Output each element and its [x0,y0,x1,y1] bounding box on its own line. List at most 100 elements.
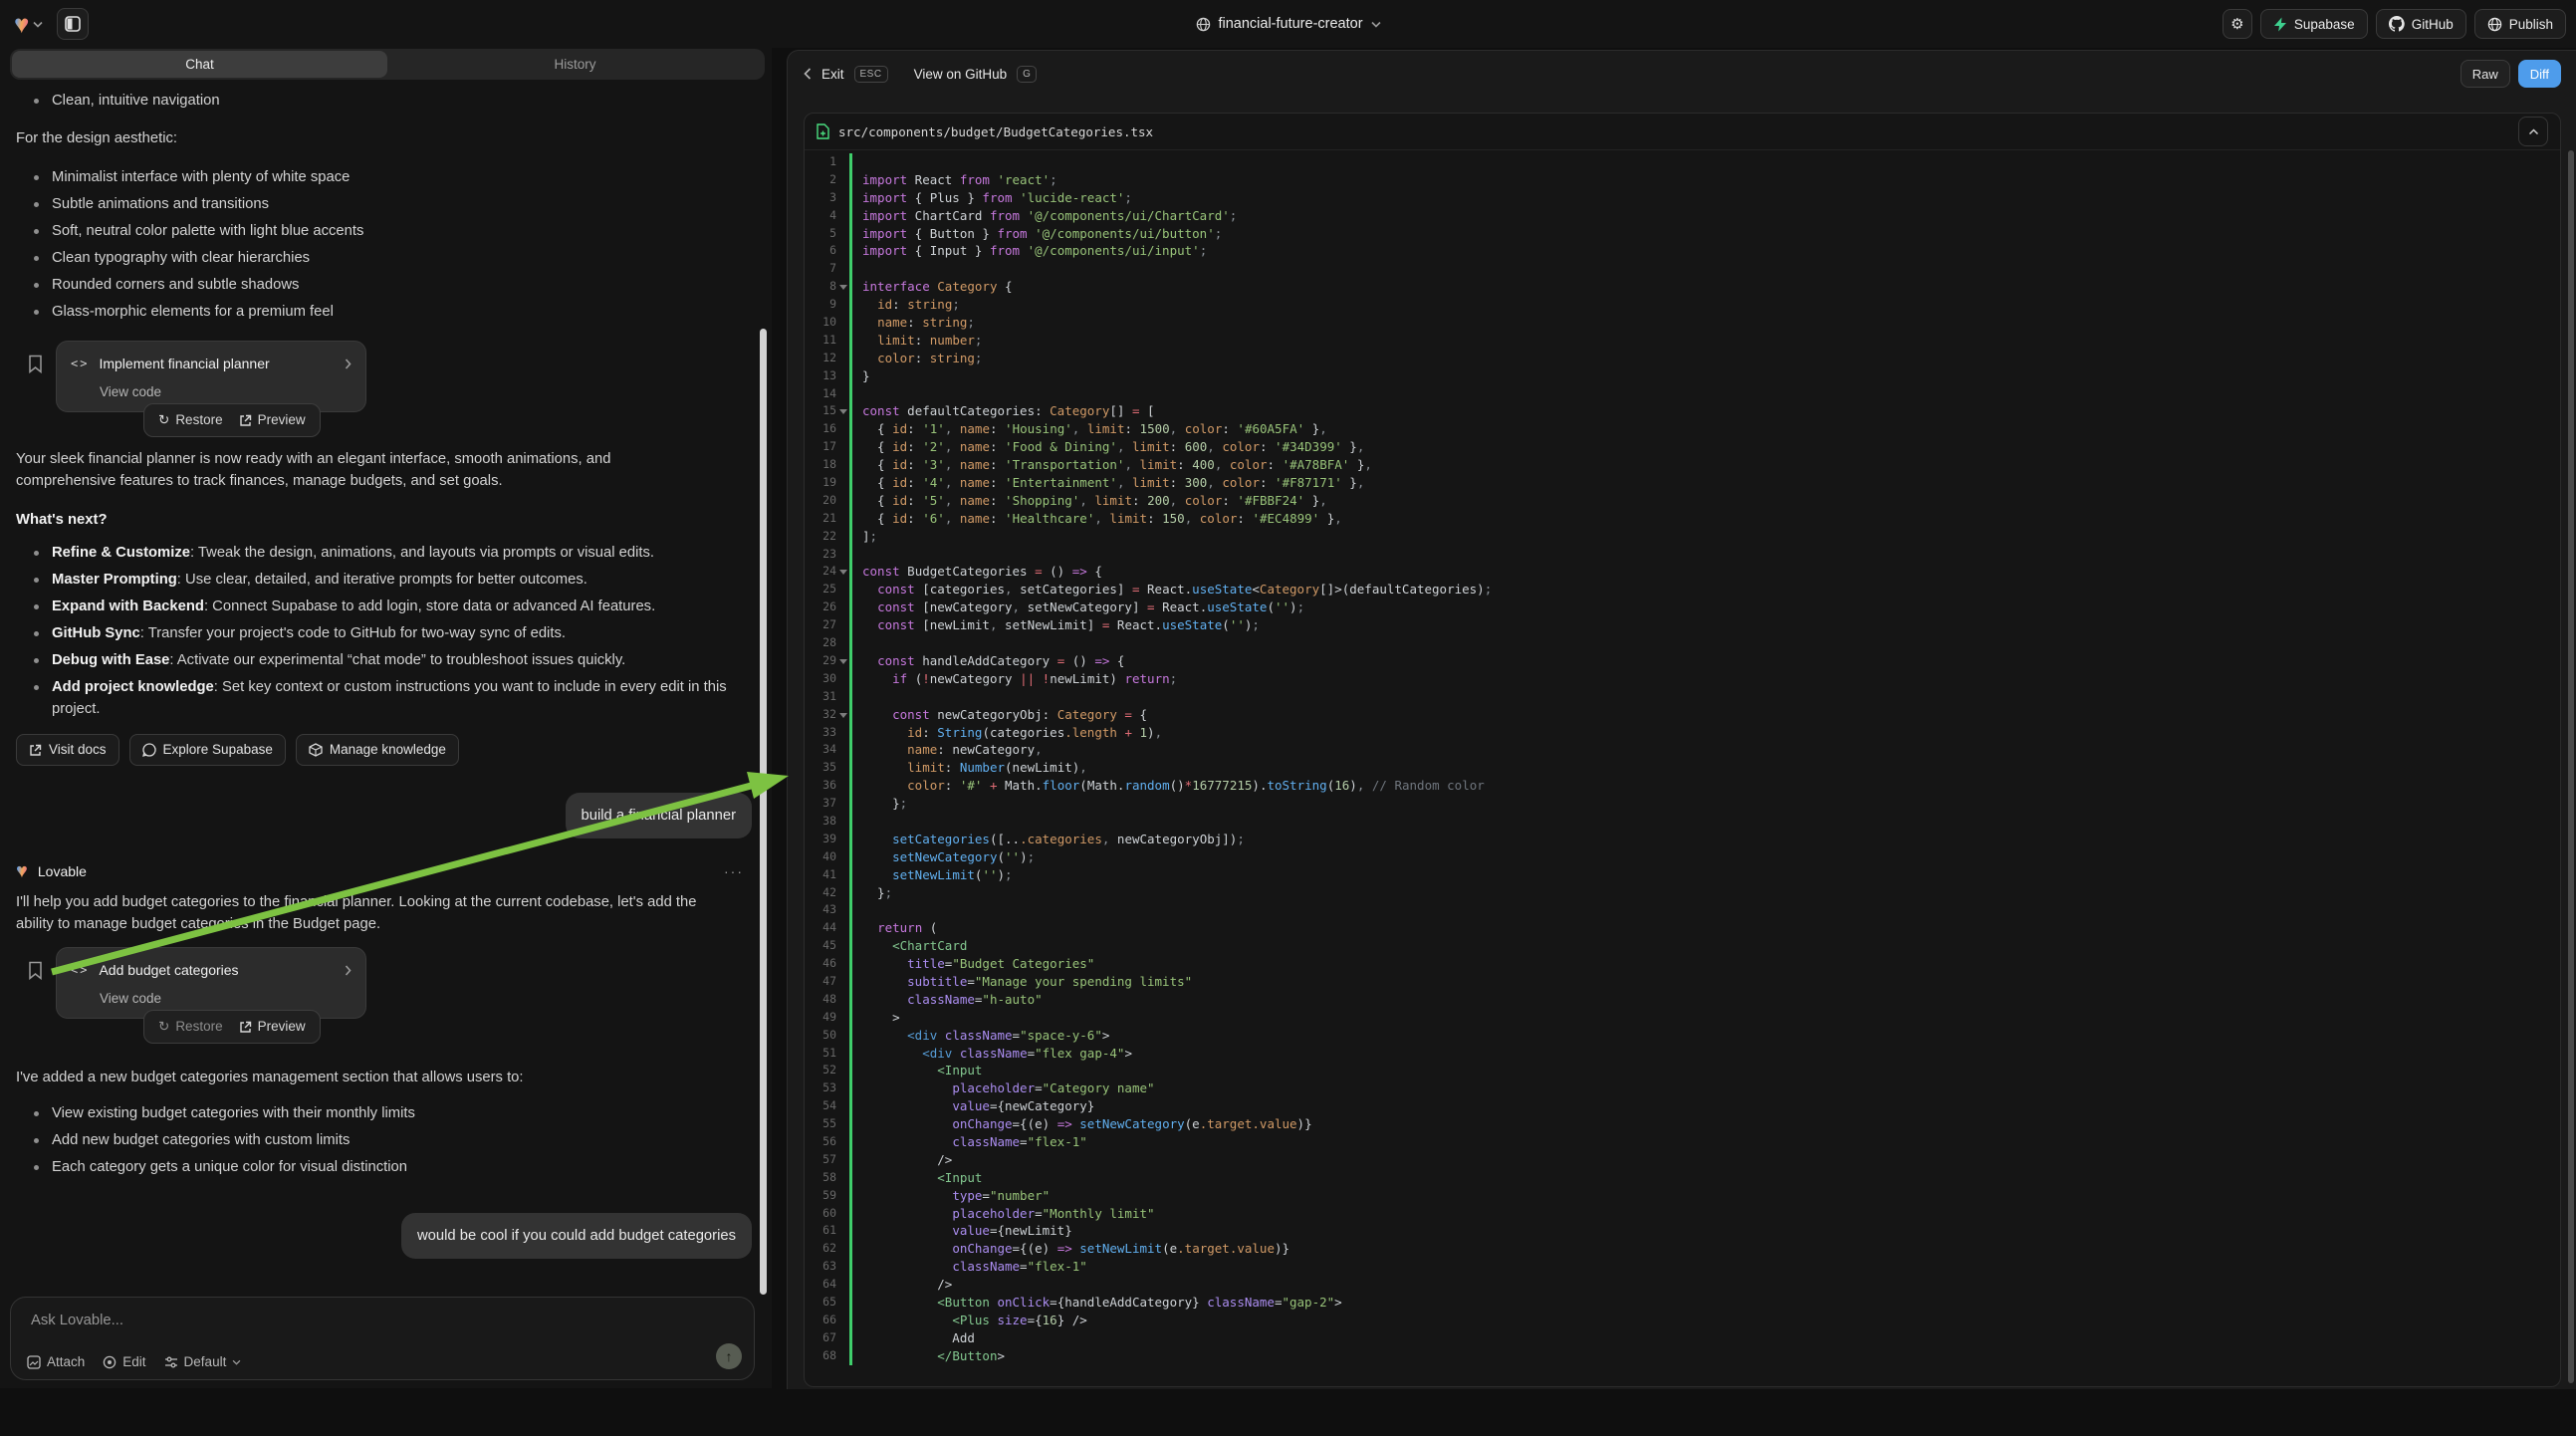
message-menu-button[interactable]: ··· [724,860,744,882]
visit-docs-button[interactable]: Visit docs [16,734,119,766]
list-item: Expand with Backend: Connect Supabase to… [16,596,752,617]
fold-gutter [836,991,849,1009]
title-chevron-down-icon [1371,21,1381,28]
line-number: 51 [805,1045,836,1063]
bullet-dot [34,1111,39,1116]
code-line: 33 id: String(categories.length + 1), [805,724,2560,742]
sidebar-toggle-button[interactable] [57,8,89,40]
tab-chat[interactable]: Chat [12,51,387,78]
publish-button[interactable]: Publish [2474,9,2566,39]
version-card-add-budget-categories[interactable]: <> Add budget categories View code [56,947,366,1019]
line-number: 57 [805,1151,836,1169]
line-number: 45 [805,937,836,955]
tab-history[interactable]: History [387,51,763,78]
code-scrollbar[interactable] [2568,150,2574,1383]
prompt-input[interactable] [29,1312,630,1329]
code-text: </Button> [849,1347,2560,1365]
fold-chevron-icon[interactable] [836,563,849,581]
code-text: { id: '4', name: 'Entertainment', limit:… [849,474,2560,492]
code-text: { id: '3', name: 'Transportation', limit… [849,456,2560,474]
attach-button[interactable]: Attach [27,1354,85,1369]
view-on-github-button[interactable]: View on GitHub [914,67,1008,82]
code-line: 58 <Input [805,1169,2560,1187]
restore-button[interactable]: ↻ Restore [158,1016,223,1038]
code-line: 16 { id: '1', name: 'Housing', limit: 15… [805,420,2560,438]
preview-button[interactable]: Preview [239,409,306,431]
model-selector[interactable]: Default [164,1354,242,1369]
code-text: const [categories, setCategories] = Reac… [849,581,2560,598]
line-number: 36 [805,777,836,795]
prompt-input-box: Attach Edit Default ↑ [10,1297,755,1380]
bullet-dot [34,202,39,207]
fold-gutter [836,919,849,937]
explore-supabase-button[interactable]: Explore Supabase [129,734,286,766]
code-line: 34 name: newCategory, [805,741,2560,759]
view-code-link[interactable]: View code [100,381,351,403]
restore-button[interactable]: ↻ Restore [158,409,223,431]
edit-mode-button[interactable]: Edit [103,1354,145,1369]
line-number: 18 [805,456,836,474]
view-code-link[interactable]: View code [100,988,351,1010]
project-title-dropdown[interactable]: financial-future-creator [1195,16,1380,32]
settings-gear-button[interactable]: ⚙ [2223,9,2252,39]
fold-gutter [836,813,849,831]
code-line: 50 <div className="space-y-6"> [805,1027,2560,1045]
version-card-block: <> Add budget categories View code ↻ Res… [16,947,752,1019]
bookmark-icon[interactable] [28,355,43,373]
version-card-implement-financial-planner[interactable]: <> Implement financial planner View code [56,341,366,412]
raw-toggle-button[interactable]: Raw [2460,60,2510,88]
list-item: GitHub Sync: Transfer your project's cod… [16,622,752,644]
send-button[interactable]: ↑ [716,1343,742,1369]
fold-chevron-icon[interactable] [836,402,849,420]
code-text: id: String(categories.length + 1), [849,724,2560,742]
diff-toggle-button[interactable]: Diff [2518,60,2561,88]
exit-button[interactable]: Exit [821,67,844,82]
code-line: 15const defaultCategories: Category[] = … [805,402,2560,420]
fold-gutter [836,1329,849,1347]
fold-gutter [836,1097,849,1115]
fold-gutter [836,1133,849,1151]
fold-gutter [836,1222,849,1240]
line-number: 54 [805,1097,836,1115]
fold-gutter [836,1258,849,1276]
line-number: 65 [805,1294,836,1312]
code-text [849,260,2560,278]
fold-gutter [836,189,849,207]
code-text: interface Category { [849,278,2560,296]
preview-button[interactable]: Preview [239,1016,306,1038]
manage-knowledge-button[interactable]: Manage knowledge [296,734,459,766]
g-key-badge: G [1017,66,1037,83]
fold-chevron-icon[interactable] [836,706,849,724]
code-line: 56 className="flex-1" [805,1133,2560,1151]
supabase-button[interactable]: Supabase [2260,9,2368,39]
chevron-up-icon [2528,128,2539,135]
fold-chevron-icon[interactable] [836,652,849,670]
external-link-icon [239,414,252,427]
code-text: onChange={(e) => setNewLimit(e.target.va… [849,1240,2560,1258]
line-number: 46 [805,955,836,973]
github-button[interactable]: GitHub [2376,9,2466,39]
fold-gutter [836,973,849,991]
code-text: value={newCategory} [849,1097,2560,1115]
lovable-logo-icon[interactable]: ♥ [14,11,29,37]
line-number: 1 [805,153,836,171]
fold-gutter [836,581,849,598]
fold-gutter [836,510,849,528]
chat-scrollbar[interactable] [760,329,767,1295]
line-number: 66 [805,1312,836,1329]
design-heading: For the design aesthetic: [16,127,713,149]
code-text: setNewLimit(''); [849,866,2560,884]
collapse-file-button[interactable] [2518,117,2548,146]
code-text: Add [849,1329,2560,1347]
fold-chevron-icon[interactable] [836,278,849,296]
bookmark-icon[interactable] [28,961,43,980]
logo-chevron-down-icon[interactable] [33,21,43,28]
back-chevron-icon[interactable] [804,68,812,80]
fold-gutter [836,1009,849,1027]
fold-gutter [836,1240,849,1258]
assistant-paragraph: Your sleek financial planner is now read… [16,448,713,492]
code-text: import { Plus } from 'lucide-react'; [849,189,2560,207]
code-text [849,813,2560,831]
file-header[interactable]: src/components/budget/BudgetCategories.t… [805,114,2560,150]
code-line: 10 name: string; [805,314,2560,332]
